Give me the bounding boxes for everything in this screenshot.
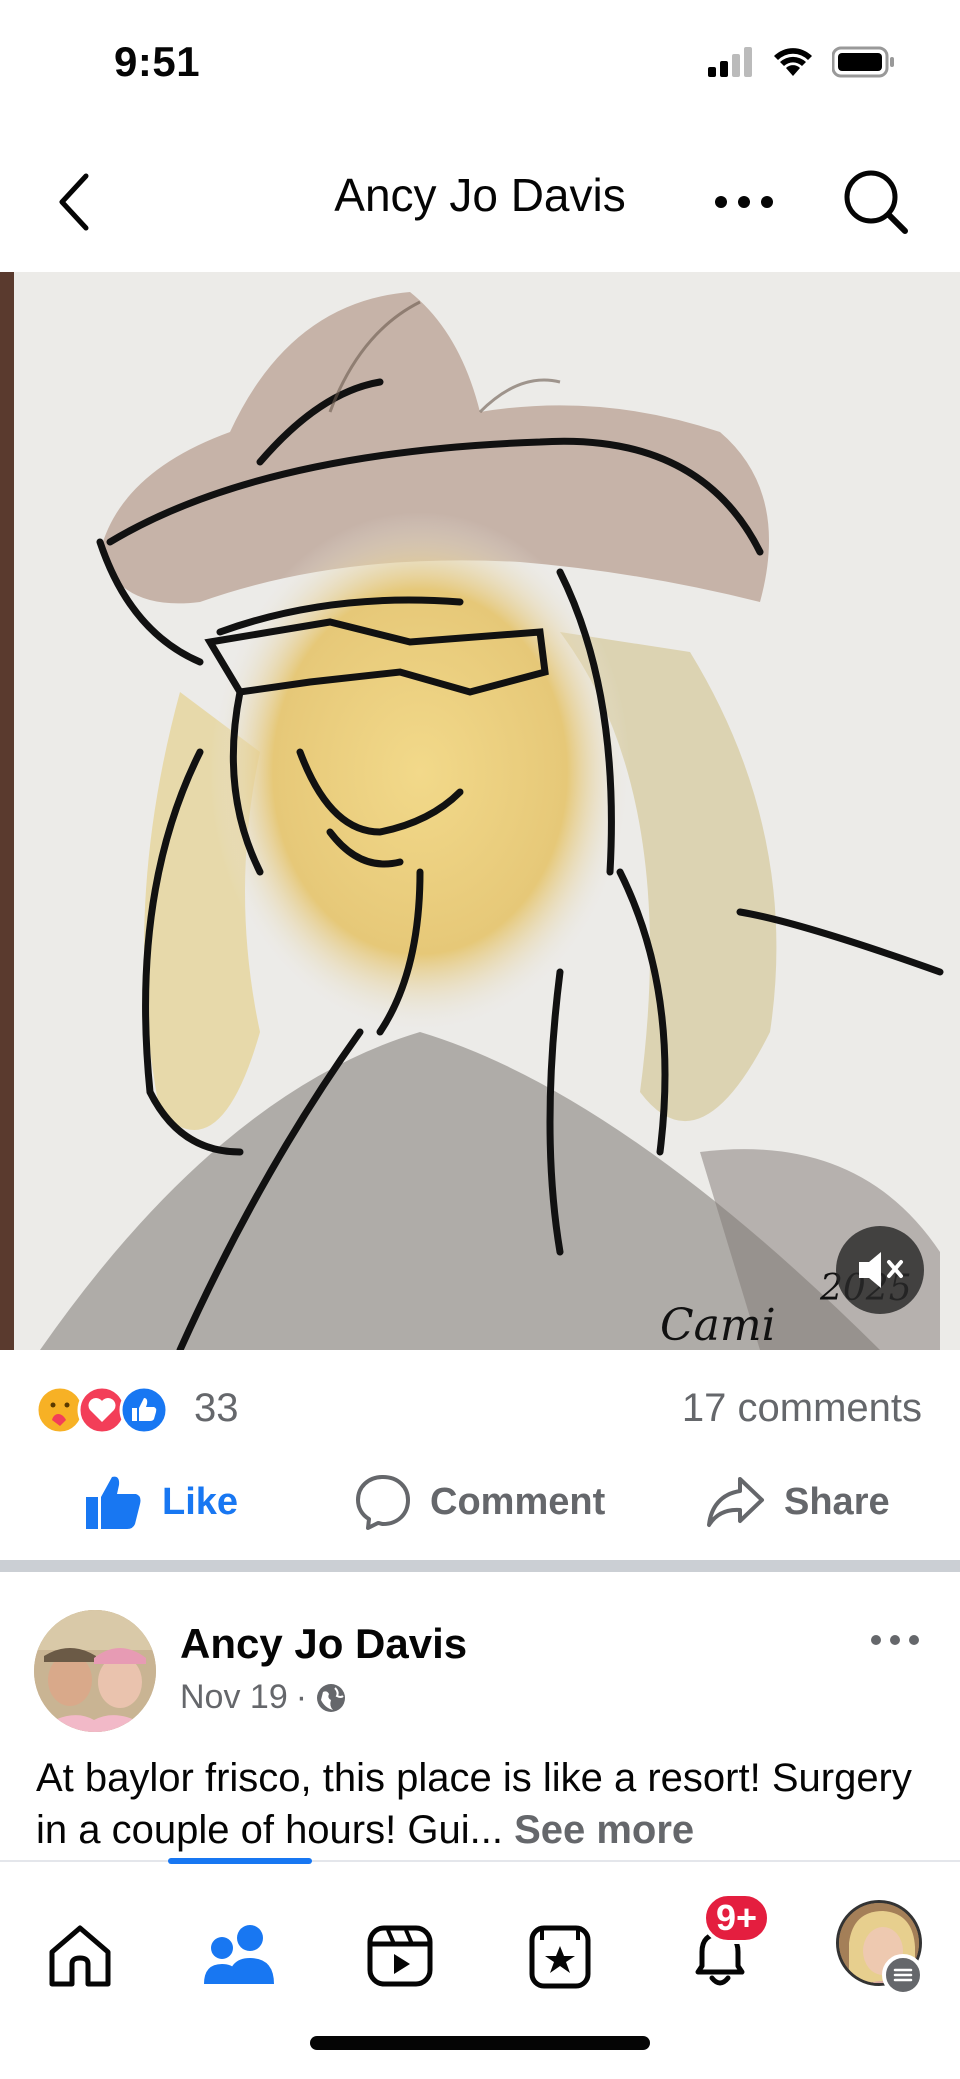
feed-divider <box>0 1560 960 1572</box>
post-media-artwork[interactable]: Cami 2025 <box>0 272 960 1350</box>
post-date[interactable]: Nov 19 <box>180 1678 288 1717</box>
thumbs-up-icon <box>86 1476 141 1529</box>
comment-button[interactable]: Comment <box>354 1470 605 1534</box>
search-button[interactable] <box>836 162 916 242</box>
post-author-name[interactable]: Ancy Jo Davis <box>180 1620 467 1668</box>
share-label: Share <box>784 1480 890 1523</box>
comment-label: Comment <box>430 1480 606 1523</box>
tab-home[interactable] <box>30 1906 130 2006</box>
see-more-link[interactable]: See more <box>514 1808 694 1852</box>
home-indicator[interactable] <box>310 2036 650 2050</box>
post-body: At baylor frisco, this place is like a r… <box>36 1756 912 1852</box>
hamburger-icon <box>893 1968 913 1982</box>
post-author-avatar[interactable] <box>34 1610 156 1732</box>
reaction-icons <box>34 1384 184 1435</box>
status-time: 9:51 <box>114 38 201 85</box>
video-icon <box>367 1925 433 1987</box>
status-bar: 9:51 <box>0 0 960 120</box>
search-icon <box>844 170 908 234</box>
notification-badge: 9+ <box>702 1892 772 1944</box>
feeds-icon <box>529 1925 591 1989</box>
comment-bubble-icon <box>356 1475 410 1530</box>
home-icon <box>49 1925 111 1987</box>
svg-text:Cami: Cami <box>660 1300 776 1350</box>
post-more-button[interactable] <box>860 1620 930 1660</box>
speaker-muted-icon <box>859 1252 903 1288</box>
reaction-count[interactable]: 33 <box>194 1386 239 1431</box>
share-button[interactable]: Share <box>706 1470 890 1534</box>
share-arrow-icon <box>707 1477 764 1527</box>
more-horizontal-icon <box>715 196 773 208</box>
post-meta: Nov 19 · <box>180 1678 347 1717</box>
battery-icon <box>832 46 894 78</box>
post-text: At baylor frisco, this place is like a r… <box>36 1752 926 1856</box>
friends-icon <box>204 1925 274 1984</box>
comments-count-link[interactable]: 17 comments <box>682 1386 922 1431</box>
page-title: Ancy Jo Davis <box>334 169 626 221</box>
more-options-button[interactable] <box>706 172 782 232</box>
like-label: Like <box>162 1480 239 1523</box>
avatar-photo <box>34 1610 156 1732</box>
more-horizontal-icon <box>871 1635 919 1645</box>
cellular-signal-icon <box>708 47 752 77</box>
caricature-artwork-image: Cami 2025 <box>0 272 960 1350</box>
active-tab-indicator <box>168 1858 312 1864</box>
status-icons <box>708 46 896 78</box>
mute-toggle-button[interactable] <box>836 1226 924 1314</box>
menu-icon[interactable] <box>882 1954 924 1996</box>
wifi-icon <box>774 48 812 76</box>
tab-friends[interactable] <box>190 1906 290 2006</box>
top-app-bar: Ancy Jo Davis <box>0 140 960 270</box>
like-reaction-icon <box>119 1385 169 1435</box>
meta-separator: · <box>295 1678 308 1716</box>
tab-video[interactable] <box>350 1906 450 2006</box>
tab-feeds[interactable] <box>510 1906 610 2006</box>
post-actions: Like Comment Share <box>0 1462 960 1542</box>
reactions-summary[interactable]: 33 17 comments <box>0 1370 960 1450</box>
globe-icon <box>317 1683 346 1712</box>
like-button[interactable]: Like <box>84 1470 238 1534</box>
